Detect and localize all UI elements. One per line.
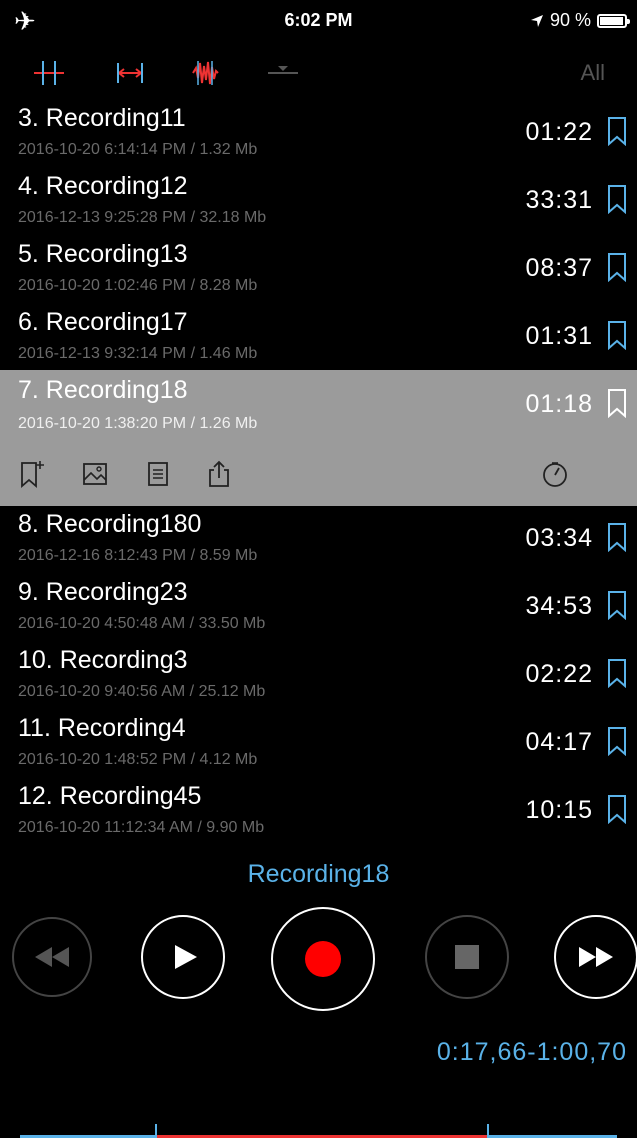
recording-duration: 10:15 [525, 796, 593, 824]
recording-title: 5. Recording13 [18, 240, 188, 268]
recording-row[interactable]: 10. Recording3 2016-10-20 9:40:56 AM / 2… [0, 646, 637, 714]
selection-range: 0:17,66-1:00,70 [436, 1038, 627, 1066]
recording-row[interactable]: 5. Recording13 2016-10-20 1:02:46 PM / 8… [0, 240, 637, 308]
recording-row-selected[interactable]: 7. Recording18 2016-10-20 1:38:20 PM / 1… [0, 370, 637, 438]
play-icon [174, 945, 197, 969]
image-icon[interactable] [82, 460, 108, 488]
recording-duration: 04:17 [525, 728, 593, 756]
collapse-icon[interactable] [266, 58, 300, 88]
battery-icon [597, 13, 630, 28]
now-playing-title[interactable]: Recording18 [0, 860, 637, 889]
recording-row[interactable]: 3. Recording11 2016-10-20 6:14:14 PM / 1… [0, 104, 637, 172]
bookmark-icon[interactable] [607, 590, 627, 620]
share-icon[interactable] [206, 460, 232, 488]
bookmark-icon[interactable] [607, 726, 627, 756]
bookmark-icon[interactable] [607, 794, 627, 824]
fast-forward-icon [579, 947, 613, 967]
bookmark-icon[interactable] [607, 252, 627, 282]
recording-meta: 2016-12-16 8:12:43 PM / 8.59 Mb [18, 547, 258, 564]
trim-start-icon[interactable] [32, 58, 66, 88]
recording-duration: 03:34 [525, 524, 593, 552]
recording-duration: 33:31 [525, 186, 593, 214]
stop-button[interactable] [425, 915, 509, 999]
recording-title: 8. Recording180 [18, 510, 202, 538]
add-bookmark-icon[interactable] [20, 460, 46, 488]
status-bar: ✈ 6:02 PM 90 % [0, 0, 637, 40]
recording-title: 3. Recording11 [18, 104, 186, 132]
record-icon [305, 941, 341, 977]
recording-title: 10. Recording3 [18, 646, 188, 674]
recording-title: 9. Recording23 [18, 578, 188, 606]
recording-row[interactable]: 4. Recording12 2016-12-13 9:25:28 PM / 3… [0, 172, 637, 240]
bookmark-icon[interactable] [607, 658, 627, 688]
recording-duration: 02:22 [525, 660, 593, 688]
timeline-marker-start[interactable] [155, 1124, 157, 1138]
play-button[interactable] [141, 915, 225, 999]
recording-meta: 2016-10-20 1:48:52 PM / 4.12 Mb [18, 751, 258, 768]
bookmark-icon[interactable] [607, 320, 627, 350]
toolbar: All [0, 48, 637, 98]
timer-icon[interactable] [542, 460, 568, 488]
bookmark-icon[interactable] [607, 116, 627, 146]
recording-meta: 2016-12-13 9:25:28 PM / 32.18 Mb [18, 209, 267, 226]
recording-meta: 2016-10-20 4:50:48 AM / 33.50 Mb [18, 615, 266, 632]
bookmark-icon[interactable] [607, 184, 627, 214]
timeline-bar[interactable] [20, 1134, 617, 1138]
notes-icon[interactable] [145, 460, 171, 488]
recording-meta: 2016-10-20 9:40:56 AM / 25.12 Mb [18, 683, 266, 700]
recording-meta: 2016-10-20 11:12:34 AM / 9.90 Mb [18, 819, 265, 836]
trim-range-icon[interactable] [113, 58, 147, 88]
battery-percent: 90 % [549, 10, 591, 30]
recording-duration: 01:22 [525, 118, 593, 146]
recording-meta: 2016-10-20 1:38:20 PM / 1.26 Mb [18, 415, 258, 432]
recording-meta: 2016-12-13 9:32:14 PM / 1.46 Mb [18, 345, 258, 362]
recording-row[interactable]: 6. Recording17 2016-12-13 9:32:14 PM / 1… [0, 308, 637, 376]
recording-row[interactable]: 12. Recording45 2016-10-20 11:12:34 AM /… [0, 782, 637, 850]
bookmark-icon[interactable] [607, 388, 627, 418]
recording-row[interactable]: 9. Recording23 2016-10-20 4:50:48 AM / 3… [0, 578, 637, 646]
rewind-icon [35, 947, 69, 967]
recording-duration: 34:53 [525, 592, 593, 620]
record-button[interactable] [271, 907, 375, 1011]
recording-title: 12. Recording45 [18, 782, 202, 810]
stop-icon [455, 945, 479, 969]
recording-row[interactable]: 8. Recording180 2016-12-16 8:12:43 PM / … [0, 510, 637, 578]
recording-row[interactable]: 11. Recording4 2016-10-20 1:48:52 PM / 4… [0, 714, 637, 782]
location-arrow-icon [530, 14, 543, 27]
recording-title: 4. Recording12 [18, 172, 188, 200]
filter-all-button[interactable]: All [581, 60, 605, 86]
row-actions-bar [0, 438, 637, 506]
bookmark-icon[interactable] [607, 522, 627, 552]
recording-meta: 2016-10-20 1:02:46 PM / 8.28 Mb [18, 277, 258, 294]
waveform-icon[interactable] [188, 58, 222, 88]
recording-meta: 2016-10-20 6:14:14 PM / 1.32 Mb [18, 141, 258, 158]
timeline-marker-end[interactable] [487, 1124, 489, 1138]
recording-duration: 01:18 [525, 390, 593, 418]
rewind-button[interactable] [12, 917, 92, 997]
recording-title: 6. Recording17 [18, 308, 188, 336]
recording-title: 7. Recording18 [18, 376, 188, 404]
recording-title: 11. Recording4 [18, 714, 186, 742]
fast-forward-button[interactable] [554, 915, 637, 999]
recording-duration: 08:37 [525, 254, 593, 282]
recording-duration: 01:31 [525, 322, 593, 350]
